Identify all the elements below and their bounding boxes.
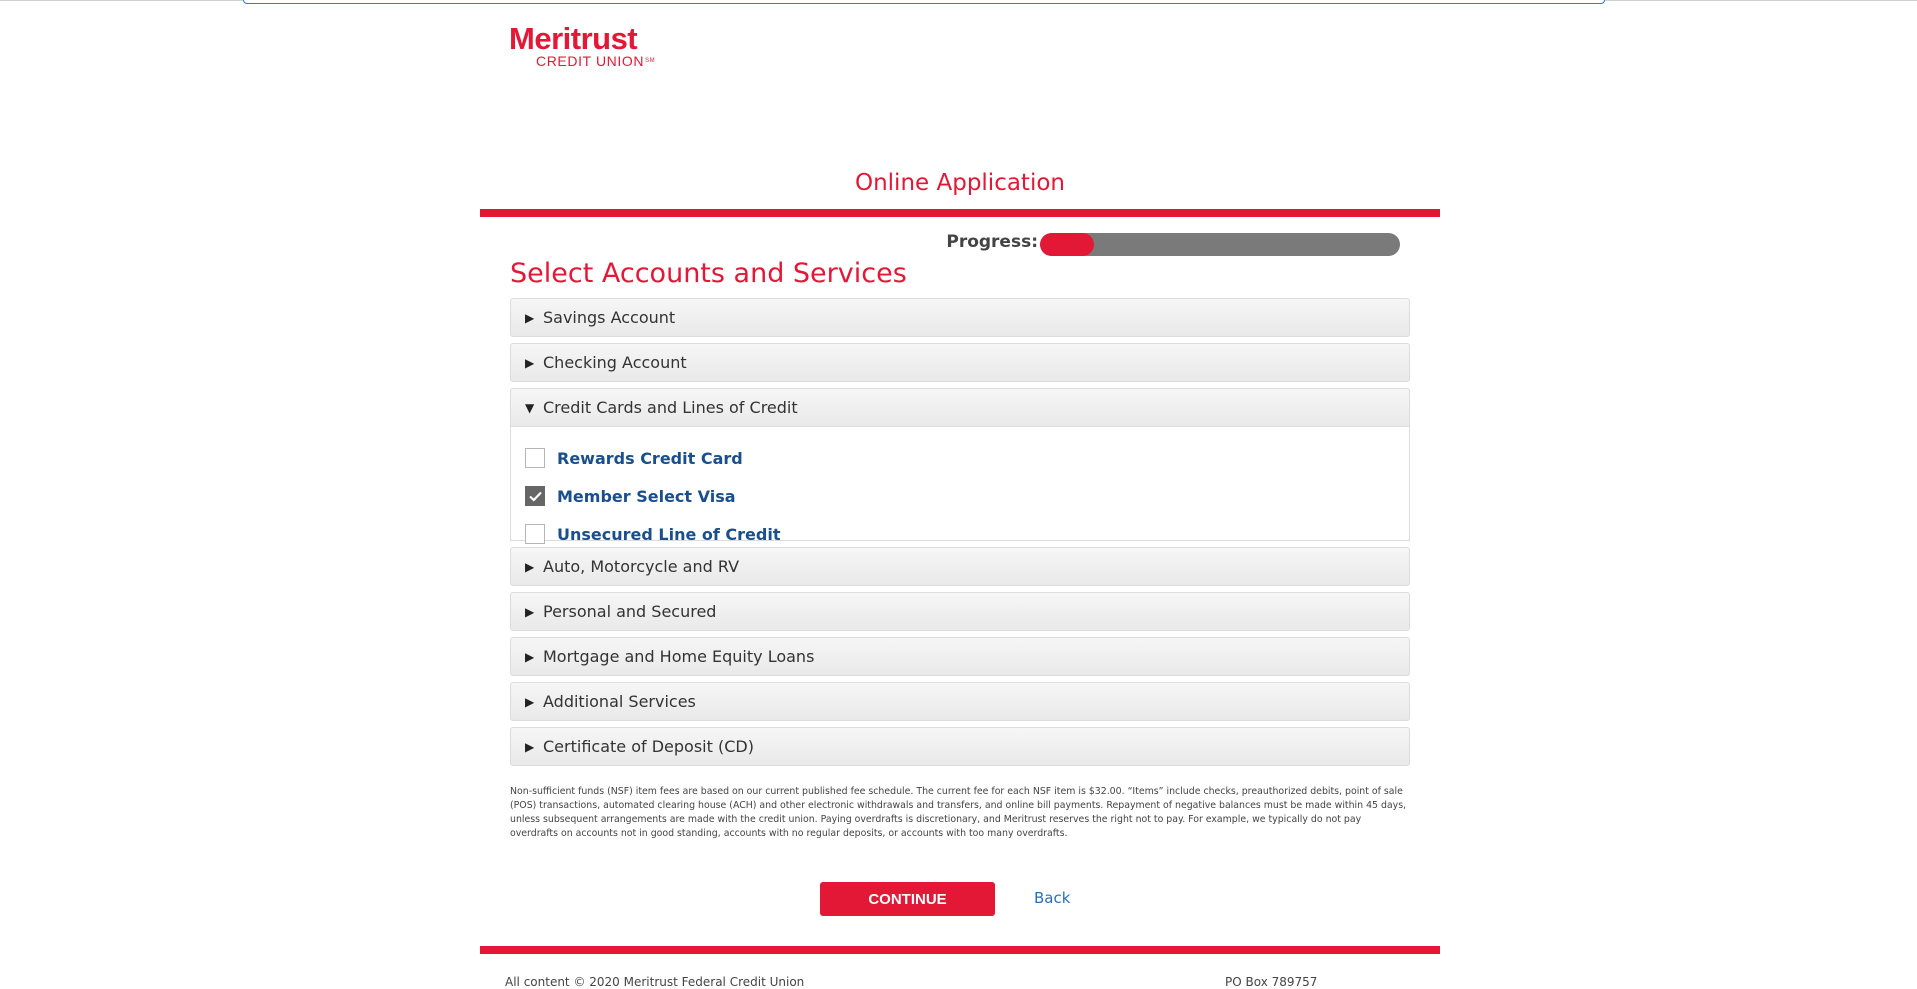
rewards-credit-card-label[interactable]: Rewards Credit Card	[557, 449, 743, 468]
accordion-item-personal: ▶ Personal and Secured	[510, 592, 1410, 631]
progress-label: Progress:	[946, 232, 1038, 252]
service-mark: SM	[645, 58, 656, 64]
accordion-header-checking[interactable]: ▶ Checking Account	[510, 343, 1410, 382]
caret-right-icon: ▶	[525, 739, 535, 754]
caret-right-icon: ▶	[525, 604, 535, 619]
unsecured-line-of-credit-label[interactable]: Unsecured Line of Credit	[557, 525, 780, 544]
accordion-item-cd: ▶ Certificate of Deposit (CD)	[510, 727, 1410, 766]
accordion-header-credit-cards[interactable]: ▼ Credit Cards and Lines of Credit	[510, 388, 1410, 427]
continue-button[interactable]: CONTINUE	[820, 882, 995, 916]
accordion-label: Personal and Secured	[543, 602, 717, 621]
address-bar-edge[interactable]	[243, 0, 1605, 4]
caret-right-icon: ▶	[525, 355, 535, 370]
accordion-header-additional[interactable]: ▶ Additional Services	[510, 682, 1410, 721]
section-title: Select Accounts and Services	[510, 258, 907, 289]
accordion-body-credit-cards: Rewards Credit Card Member Select Visa U…	[510, 427, 1410, 544]
rewards-credit-card-checkbox[interactable]	[525, 448, 545, 468]
logo-wordmark: Meritrust	[509, 21, 638, 56]
accordion-header-cd[interactable]: ▶ Certificate of Deposit (CD)	[510, 727, 1410, 766]
footer-divider	[480, 946, 1440, 954]
caret-right-icon: ▶	[525, 649, 535, 664]
accordion-header-mortgage[interactable]: ▶ Mortgage and Home Equity Loans	[510, 637, 1410, 676]
caret-down-icon: ▼	[525, 400, 535, 415]
accordion-label: Mortgage and Home Equity Loans	[543, 647, 815, 666]
footer-copyright: All content © 2020 Meritrust Federal Cre…	[505, 975, 805, 989]
accordion-label: Savings Account	[543, 308, 676, 327]
footer-address: PO Box 789757	[1225, 975, 1318, 989]
accordion-item-additional: ▶ Additional Services	[510, 682, 1410, 721]
accordion-item-auto: ▶ Auto, Motorcycle and RV	[510, 547, 1410, 586]
accordion-label: Certificate of Deposit (CD)	[543, 737, 754, 756]
logo-subtitle: CREDIT UNIONSM	[536, 53, 656, 69]
progress-bar	[1040, 233, 1400, 256]
page-title: Online Application	[854, 170, 1065, 196]
caret-right-icon: ▶	[525, 694, 535, 709]
header-divider	[480, 209, 1440, 217]
caret-right-icon: ▶	[525, 559, 535, 574]
accordion-label: Auto, Motorcycle and RV	[543, 557, 740, 576]
option-rewards-credit-card: Rewards Credit Card	[525, 439, 1409, 477]
back-link[interactable]: Back	[1034, 889, 1070, 907]
accordion-label: Credit Cards and Lines of Credit	[543, 398, 798, 417]
accordion-label: Additional Services	[543, 692, 696, 711]
meritrust-logo[interactable]: Meritrust CREDIT UNIONSM	[509, 21, 669, 69]
accordion-item-credit-cards: ▼ Credit Cards and Lines of Credit Rewar…	[510, 388, 1410, 544]
accordion-item-checking: ▶ Checking Account	[510, 343, 1410, 382]
member-select-visa-checkbox[interactable]	[525, 486, 545, 506]
accordion-header-auto[interactable]: ▶ Auto, Motorcycle and RV	[510, 547, 1410, 586]
unsecured-line-of-credit-checkbox[interactable]	[525, 524, 545, 544]
option-member-select-visa: Member Select Visa	[525, 477, 1409, 515]
member-select-visa-label[interactable]: Member Select Visa	[557, 487, 736, 506]
accordion-item-savings: ▶ Savings Account	[510, 298, 1410, 337]
progress-bar-fill	[1040, 233, 1094, 256]
accounts-accordion: ▶ Savings Account ▶ Checking Account ▼ C…	[510, 298, 1410, 772]
nsf-disclaimer: Non-sufficient funds (NSF) item fees are…	[510, 786, 1407, 839]
accordion-item-mortgage: ▶ Mortgage and Home Equity Loans	[510, 637, 1410, 676]
accordion-header-savings[interactable]: ▶ Savings Account	[510, 298, 1410, 337]
accordion-header-personal[interactable]: ▶ Personal and Secured	[510, 592, 1410, 631]
accordion-label: Checking Account	[543, 353, 687, 372]
checkmark-icon	[528, 491, 542, 502]
caret-right-icon: ▶	[525, 310, 535, 325]
